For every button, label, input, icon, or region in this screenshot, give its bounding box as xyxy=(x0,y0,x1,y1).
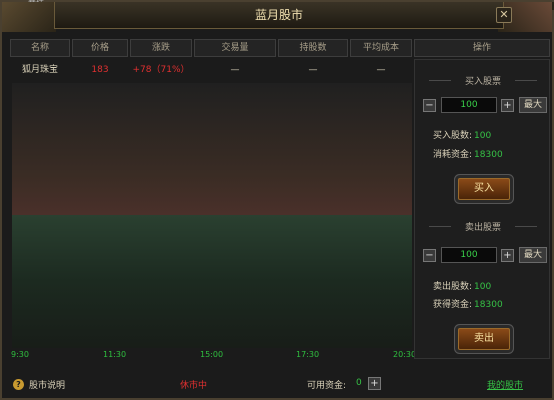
sell-gain-value: 18300 xyxy=(474,300,503,310)
column-header-price[interactable]: 价格 xyxy=(72,39,128,57)
funds-label: 可用资金: xyxy=(307,381,347,391)
buy-section-title: 买入股票 xyxy=(464,77,501,87)
sell-gain-label: 获得资金: xyxy=(433,300,473,310)
add-funds-button[interactable]: + xyxy=(368,377,381,390)
sell-section-title: 卖出股票 xyxy=(464,223,501,233)
stock-market-window: 竞技 蓝月股市 ✕ 名称 价格 涨跌 交易量 持股数 平均成本 操作 狐月珠宝 … xyxy=(0,0,554,400)
buy-shares-value: 100 xyxy=(474,131,492,141)
column-header-name[interactable]: 名称 xyxy=(10,39,70,57)
x-tick-label: 11:30 xyxy=(103,350,127,359)
buy-shares-label: 买入股数: xyxy=(433,131,473,141)
column-header-avg-cost[interactable]: 平均成本 xyxy=(350,39,412,57)
stock-avg-cost: — xyxy=(376,65,386,75)
sell-max-button[interactable]: 最大 xyxy=(519,247,547,263)
window-title: 蓝月股市 xyxy=(254,8,303,22)
chart-upper-zone xyxy=(12,83,412,215)
buy-button[interactable]: 买入 xyxy=(458,178,510,200)
stock-holdings: — xyxy=(308,65,318,75)
buy-shares-row: 买入股数: 100 xyxy=(433,128,491,141)
title-bar: 蓝月股市 xyxy=(54,2,504,29)
chart-lower-zone xyxy=(12,215,412,348)
table-header: 名称 价格 涨跌 交易量 持股数 平均成本 xyxy=(10,39,412,59)
buy-quantity-input[interactable]: 100 xyxy=(441,97,497,113)
footer-bar: ? 股市说明 休市中 可用资金: 0 + 我的股市 xyxy=(2,372,554,398)
sell-shares-value: 100 xyxy=(474,282,492,292)
operation-panel: 买入股票 − 100 + 最大 买入股数: 100 消耗资金: 18300 买入 卖… xyxy=(414,59,550,359)
close-button[interactable]: ✕ xyxy=(496,7,512,23)
stock-price: 183 xyxy=(91,65,109,75)
buy-cost-label: 消耗资金: xyxy=(433,150,473,160)
stock-name: 狐月珠宝 xyxy=(21,65,58,75)
market-status: 休市中 xyxy=(180,381,208,391)
sell-minus-button[interactable]: − xyxy=(423,249,436,262)
funds-value: 0 xyxy=(356,378,362,388)
sell-plus-button[interactable]: + xyxy=(501,249,514,262)
buy-cost-value: 18300 xyxy=(474,150,503,160)
buy-cost-row: 消耗资金: 18300 xyxy=(433,147,503,160)
frame-corner-left xyxy=(2,2,56,32)
buy-minus-button[interactable]: − xyxy=(423,99,436,112)
buy-max-button[interactable]: 最大 xyxy=(519,97,547,113)
help-link[interactable]: 股市说明 xyxy=(29,378,65,391)
sell-gain-row: 获得资金: 18300 xyxy=(433,297,503,310)
column-header-operation: 操作 xyxy=(414,39,550,57)
x-tick-label: 20:30 xyxy=(393,350,417,359)
buy-plus-button[interactable]: + xyxy=(501,99,514,112)
table-row[interactable]: 狐月珠宝 183 +78（71%） — — — xyxy=(10,61,412,79)
column-header-volume[interactable]: 交易量 xyxy=(194,39,276,57)
sell-shares-label: 卖出股数: xyxy=(433,282,473,292)
price-chart xyxy=(12,83,412,348)
stock-volume: — xyxy=(230,65,240,75)
x-tick-label: 17:30 xyxy=(296,350,320,359)
sell-button[interactable]: 卖出 xyxy=(458,328,510,350)
column-header-holdings[interactable]: 持股数 xyxy=(278,39,348,57)
help-icon[interactable]: ? xyxy=(13,379,24,390)
x-tick-label: 9:30 xyxy=(11,350,29,359)
stock-change: +78（71%） xyxy=(132,65,190,75)
my-stocks-link[interactable]: 我的股市 xyxy=(487,378,523,391)
column-header-change[interactable]: 涨跌 xyxy=(130,39,192,57)
sell-quantity-input[interactable]: 100 xyxy=(441,247,497,263)
x-tick-label: 15:00 xyxy=(200,350,224,359)
sell-shares-row: 卖出股数: 100 xyxy=(433,279,491,292)
